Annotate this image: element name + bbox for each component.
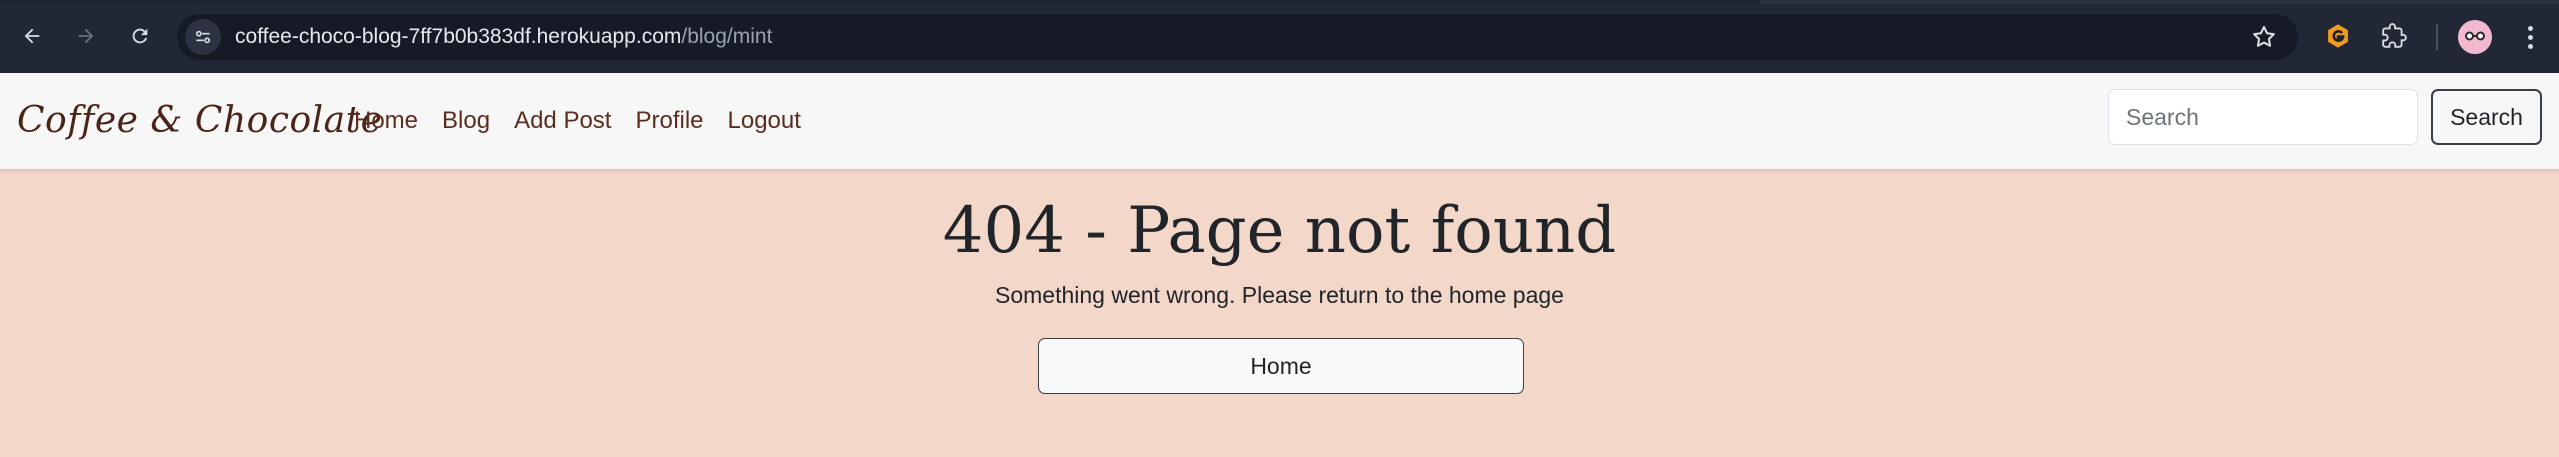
nav-link-profile[interactable]: Profile <box>635 107 703 135</box>
nav-link-blog[interactable]: Blog <box>442 107 490 135</box>
main-content: 404 - Page not found Something went wron… <box>0 169 2559 457</box>
error-message: Something went wrong. Please return to t… <box>995 282 1564 308</box>
back-button[interactable] <box>14 18 50 54</box>
site-info-button[interactable] <box>185 19 221 55</box>
extensions-puzzle-icon <box>2382 23 2407 48</box>
search-input[interactable] <box>2108 89 2418 145</box>
brand-logo[interactable]: Coffee & Chocolate <box>17 73 382 169</box>
profile-avatar[interactable] <box>2458 20 2492 54</box>
nav-link-add-post[interactable]: Add Post <box>514 107 611 135</box>
avatar-face-icon <box>2458 20 2492 54</box>
browser-toolbar: coffee-choco-blog-7ff7b0b383df.herokuapp… <box>0 0 2559 73</box>
reload-icon <box>132 28 148 44</box>
site-info-icon <box>195 30 211 44</box>
bookmark-star-icon[interactable] <box>2250 23 2278 51</box>
url-host: coffee-choco-blog-7ff7b0b383df.herokuapp… <box>235 25 682 48</box>
url-path: /blog/mint <box>681 25 773 48</box>
active-tab-edge <box>0 0 1760 4</box>
nav-link-logout[interactable]: Logout <box>728 107 801 135</box>
back-icon <box>24 28 40 44</box>
home-button[interactable]: Home <box>1038 338 1524 394</box>
extensions-button[interactable] <box>2378 20 2410 52</box>
menu-dots-icon[interactable] <box>2518 20 2542 54</box>
nav-links: Home Blog Add Post Profile Logout <box>354 73 801 169</box>
forward-icon <box>78 28 94 44</box>
url-text[interactable]: coffee-choco-blog-7ff7b0b383df.herokuapp… <box>235 14 772 60</box>
search-button[interactable]: Search <box>2431 89 2542 145</box>
nav-link-home[interactable]: Home <box>354 107 418 135</box>
forward-button[interactable] <box>68 18 104 54</box>
toolbar-divider <box>2436 24 2438 50</box>
address-bar[interactable]: coffee-choco-blog-7ff7b0b383df.herokuapp… <box>177 14 2298 60</box>
reload-button[interactable] <box>122 18 158 54</box>
extension-g-icon <box>2328 24 2348 48</box>
extension-g-button[interactable] <box>2322 20 2354 52</box>
page-title: 404 - Page not found <box>942 194 1617 268</box>
